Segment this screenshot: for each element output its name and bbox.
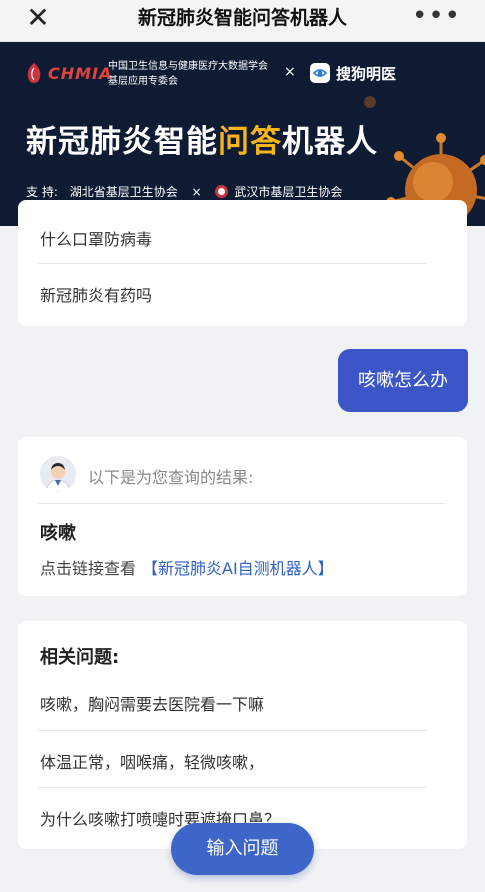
support-org-hubei: 湖北省基层卫生协会 [69,185,178,199]
result-keyword: 咳嗽 [40,523,76,544]
more-icon[interactable]: ••• [412,2,461,30]
support-org-wuhan: 武汉市基层卫生协会 [234,185,343,199]
sogou-mingyi-icon [310,63,330,83]
header-banner: CHMIA 中国卫生信息与健康医疗大数据学会 基层应用专委会 × 搜狗明医 新冠… [0,42,485,226]
previous-questions-card: 什么口罩防病毒 新冠肺炎有药吗 [18,200,467,326]
association-line1: 中国卫生信息与健康医疗大数据学会 [108,61,268,72]
user-message-bubble: 咳嗽怎么办 [338,349,468,412]
link-prefix: 点击链接查看 [40,559,137,578]
banner-title-highlight: 问答 [218,124,282,160]
result-link-row: 点击链接查看 【新冠肺炎AI自测机器人】 [40,555,334,579]
banner-title: 新冠肺炎智能问答机器人 [26,116,378,161]
doctor-avatar [40,456,76,492]
top-bar: ✕ 新冠肺炎智能问答机器人 ••• [0,0,485,42]
related-questions-card: 相关问题: 咳嗽，胸闷需要去医院看一下嘛 体温正常，咽喉痛，轻微咳嗽， 为什么咳… [18,621,467,849]
divider [38,503,445,504]
related-question-item[interactable]: 体温正常，咽喉痛，轻微咳嗽， [40,749,437,773]
banner-title-part1: 新冠肺炎智能 [26,124,218,160]
banner-title-part2: 机器人 [282,124,378,160]
divider [38,787,427,788]
page-title: 新冠肺炎智能问答机器人 [137,7,347,29]
support-line: 支 持: 湖北省基层卫生协会 × 武汉市基层卫生协会 [26,183,342,200]
close-icon[interactable]: ✕ [22,4,54,32]
virus-small-icon [364,96,376,108]
related-heading: 相关问题: [40,647,120,668]
wuhan-association-icon [215,185,229,198]
association-name: 中国卫生信息与健康医疗大数据学会 基层应用专委会 [108,59,268,89]
list-item[interactable]: 什么口罩防病毒 [40,226,427,250]
partner-name: 搜狗明医 [336,65,397,83]
result-card: 以下是为您查询的结果: 咳嗽 点击链接查看 【新冠肺炎AI自测机器人】 [18,437,467,596]
chmia-logo-icon [27,63,41,83]
result-label: 以下是为您查询的结果: [88,468,254,487]
divider [38,263,427,264]
support-label: 支 持: [26,185,58,199]
ai-self-test-link[interactable]: 【新冠肺炎AI自测机器人】 [142,559,334,578]
support-times: × [191,185,202,199]
divider [38,730,427,731]
chmia-logo-text: CHMIA [48,64,113,83]
list-item[interactable]: 新冠肺炎有药吗 [40,282,427,306]
related-question-item[interactable]: 咳嗽，胸闷需要去医院看一下嘛 [40,691,437,715]
association-line2: 基层应用专委会 [108,76,178,87]
input-question-button[interactable]: 输入问题 [171,823,314,875]
times-separator: × [284,64,296,80]
